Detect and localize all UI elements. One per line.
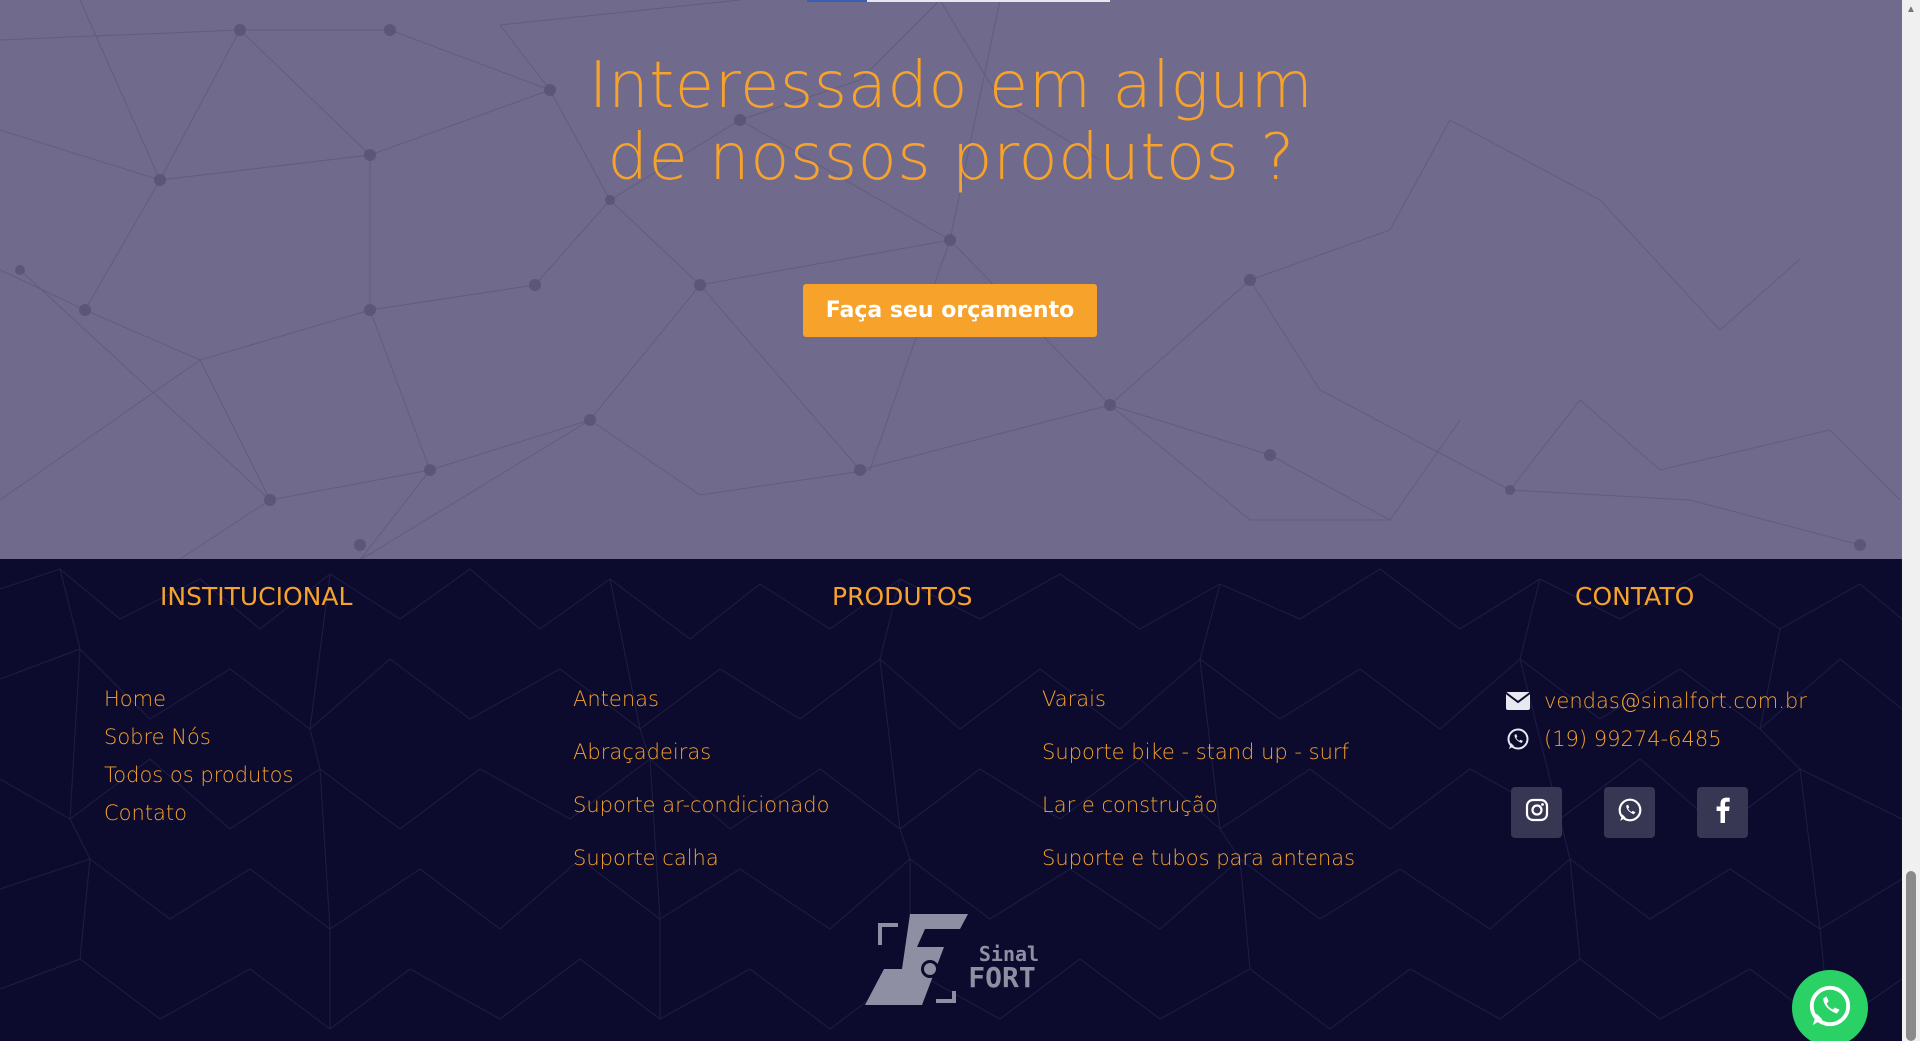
whatsapp-icon xyxy=(1617,797,1643,828)
product-link-suporte-calha[interactable]: Suporte calha xyxy=(573,846,719,870)
top-divider-line xyxy=(867,0,1110,2)
sinal-fort-logo-mark: Sinal FORT xyxy=(865,914,1039,1005)
footer-link-todos-produtos[interactable]: Todos os produtos xyxy=(104,763,293,787)
produtos-heading: PRODUTOS xyxy=(832,582,973,611)
footer-link-home[interactable]: Home xyxy=(104,687,166,711)
scroll-up-arrow-icon[interactable]: ▲ xyxy=(1902,0,1920,18)
page: Interessado em algum de nossos produtos … xyxy=(0,0,1902,1041)
instagram-icon xyxy=(1525,798,1549,827)
product-link-lar-construcao[interactable]: Lar e construção xyxy=(1042,793,1218,817)
sinal-fort-logo[interactable]: Sinal FORT xyxy=(862,911,1050,1011)
product-link-varais[interactable]: Varais xyxy=(1042,687,1106,711)
footer-link-contato[interactable]: Contato xyxy=(104,801,187,825)
institucional-heading: INSTITUCIONAL xyxy=(160,582,353,611)
facebook-button[interactable] xyxy=(1697,787,1748,838)
cta-title: Interessado em algum de nossos produtos … xyxy=(551,50,1351,194)
page-scrollbar[interactable]: ▲ xyxy=(1902,0,1920,1041)
logo-text-fort: FORT xyxy=(968,961,1035,994)
contact-phone[interactable]: (19) 99274-6485 xyxy=(1544,727,1722,751)
cta-title-line-1: Interessado em algum xyxy=(588,49,1314,123)
contato-heading: CONTATO xyxy=(1575,582,1695,611)
contact-email-row[interactable]: vendas@sinalfort.com.br xyxy=(1504,687,1807,715)
product-link-suporte-tubos-antenas[interactable]: Suporte e tubos para antenas xyxy=(1042,846,1355,870)
product-link-abracadeiras[interactable]: Abraçadeiras xyxy=(573,740,711,764)
contact-phone-row[interactable]: (19) 99274-6485 xyxy=(1504,725,1722,753)
envelope-icon xyxy=(1504,687,1532,715)
facebook-icon xyxy=(1713,797,1733,828)
whatsapp-float-icon xyxy=(1807,983,1853,1034)
top-accent-line xyxy=(807,0,867,2)
request-quote-button[interactable]: Faça seu orçamento xyxy=(803,284,1097,337)
footer-link-sobre-nos[interactable]: Sobre Nós xyxy=(104,725,211,749)
cta-title-line-2: de nossos produtos ? xyxy=(607,121,1295,195)
instagram-button[interactable] xyxy=(1511,787,1562,838)
scrollbar-thumb[interactable] xyxy=(1906,871,1916,1041)
product-link-suporte-bike[interactable]: Suporte bike - stand up - surf xyxy=(1042,740,1349,764)
contact-email[interactable]: vendas@sinalfort.com.br xyxy=(1544,689,1807,713)
whatsapp-button[interactable] xyxy=(1604,787,1655,838)
floating-whatsapp-button[interactable] xyxy=(1792,970,1868,1041)
cta-section: Interessado em algum de nossos produtos … xyxy=(0,0,1902,559)
product-link-antenas[interactable]: Antenas xyxy=(573,687,659,711)
whatsapp-small-icon xyxy=(1504,725,1532,753)
product-link-suporte-ar-condicionado[interactable]: Suporte ar-condicionado xyxy=(573,793,829,817)
